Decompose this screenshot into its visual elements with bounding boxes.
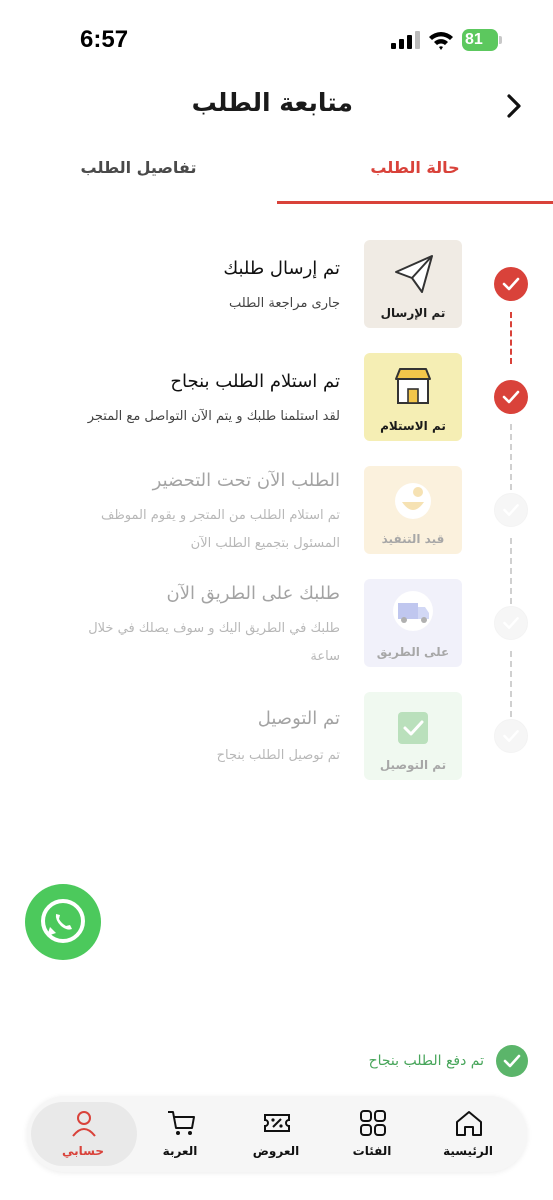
timeline-step-on-the-way: طلبك على الطريق الآن طلبك في الطريق اليك…	[0, 575, 553, 675]
page-title: متابعة الطلب	[191, 88, 353, 117]
step-description: تم توصيل الطلب بنجاح	[216, 748, 340, 763]
timeline-step-received: تم استلام الطلب بنجاح لقد استلمنا طلبك و…	[0, 349, 553, 449]
step-title: تم التوصيل	[257, 708, 340, 729]
wifi-icon	[429, 32, 453, 50]
whatsapp-icon	[41, 899, 85, 943]
nav-categories[interactable]: الفئات	[322, 1096, 422, 1172]
step-title: طلبك على الطريق الآن	[166, 583, 340, 604]
timeline-step-sent: تم إرسال طلبك جارى مراجعة الطلب تم الإرس…	[0, 236, 553, 336]
step-description: جارى مراجعة الطلب	[228, 296, 340, 311]
step-card: تم الاستلام	[364, 353, 462, 441]
checkmark-icon	[502, 277, 520, 291]
step-card: تم التوصيل	[364, 692, 462, 780]
payment-status-text: تم دفع الطلب بنجاح	[368, 1053, 484, 1069]
step-check-pending	[494, 719, 528, 753]
paper-plane-icon	[395, 255, 433, 293]
truck-icon	[393, 591, 433, 631]
step-check-pending	[494, 493, 528, 527]
nav-cart[interactable]: العربة	[130, 1096, 230, 1172]
step-check-done	[494, 267, 528, 301]
nav-account[interactable]: حسابي	[27, 1096, 137, 1172]
delivered-bag-icon	[398, 712, 428, 744]
cart-icon	[168, 1111, 195, 1135]
payment-check-icon	[496, 1045, 528, 1077]
cellular-signal-icon	[391, 31, 420, 49]
checkmark-icon	[503, 730, 519, 742]
coupon-icon	[264, 1114, 290, 1132]
back-chevron-icon[interactable]	[496, 88, 532, 124]
step-card-label: على الطريق	[376, 645, 450, 659]
step-check-pending	[494, 606, 528, 640]
order-tabs: حالة الطلب تفاصيل الطلب	[0, 148, 553, 206]
step-card: قيد التنفيذ	[364, 466, 462, 554]
step-card-label: تم الإرسال	[380, 306, 446, 320]
bottom-nav: حسابي العربة العروض الفئات الرئيسية	[27, 1096, 527, 1172]
step-description: لقد استلمنا طلبك و يتم الآن التواصل مع ا…	[87, 409, 340, 424]
whatsapp-button[interactable]	[25, 884, 101, 960]
nav-label: العربة	[162, 1144, 198, 1158]
step-card: تم الإرسال	[364, 240, 462, 328]
step-card-label: تم الاستلام	[380, 419, 446, 433]
step-description: تم استلام الطلب من المتجر و يقوم الموظف …	[100, 508, 340, 551]
checkmark-icon	[503, 504, 519, 516]
nav-label: حسابي	[61, 1144, 104, 1158]
header: متابعة الطلب	[0, 80, 553, 130]
tab-order-status[interactable]: حالة الطلب	[277, 148, 553, 204]
checkmark-icon	[503, 617, 519, 629]
nav-home[interactable]: الرئيسية	[418, 1096, 518, 1172]
battery-tip	[499, 36, 502, 44]
step-card-label: تم التوصيل	[379, 758, 447, 772]
tab-order-details[interactable]: تفاصيل الطلب	[0, 148, 277, 204]
preparing-icon	[395, 483, 431, 519]
nav-label: العروض	[252, 1144, 300, 1158]
payment-status: تم دفع الطلب بنجاح	[369, 1044, 528, 1078]
timeline-step-delivered: تم التوصيل تم توصيل الطلب بنجاح تم التوص…	[0, 688, 553, 788]
step-card: على الطريق	[364, 579, 462, 667]
store-icon	[395, 368, 431, 404]
checkmark-icon	[502, 390, 520, 404]
battery-level: 81	[462, 29, 498, 51]
user-icon	[72, 1111, 96, 1137]
step-title: تم استلام الطلب بنجاح	[170, 371, 340, 392]
step-card-label: قيد التنفيذ	[381, 532, 445, 546]
step-check-done	[494, 380, 528, 414]
nav-label: الفئات	[352, 1144, 392, 1158]
grid-icon	[360, 1110, 386, 1136]
step-description: طلبك في الطريق اليك و سوف يصلك في خلال س…	[88, 621, 340, 664]
status-bar: 6:57 81	[0, 0, 553, 80]
step-title: الطلب الآن تحت التحضير	[152, 470, 340, 491]
status-time: 6:57	[80, 26, 129, 53]
step-title: تم إرسال طلبك	[223, 258, 340, 279]
timeline-step-preparing: الطلب الآن تحت التحضير تم استلام الطلب م…	[0, 462, 553, 562]
nav-offers[interactable]: العروض	[226, 1096, 326, 1172]
battery-indicator: 81	[462, 29, 502, 51]
nav-label: الرئيسية	[443, 1144, 493, 1158]
home-icon	[456, 1111, 482, 1136]
